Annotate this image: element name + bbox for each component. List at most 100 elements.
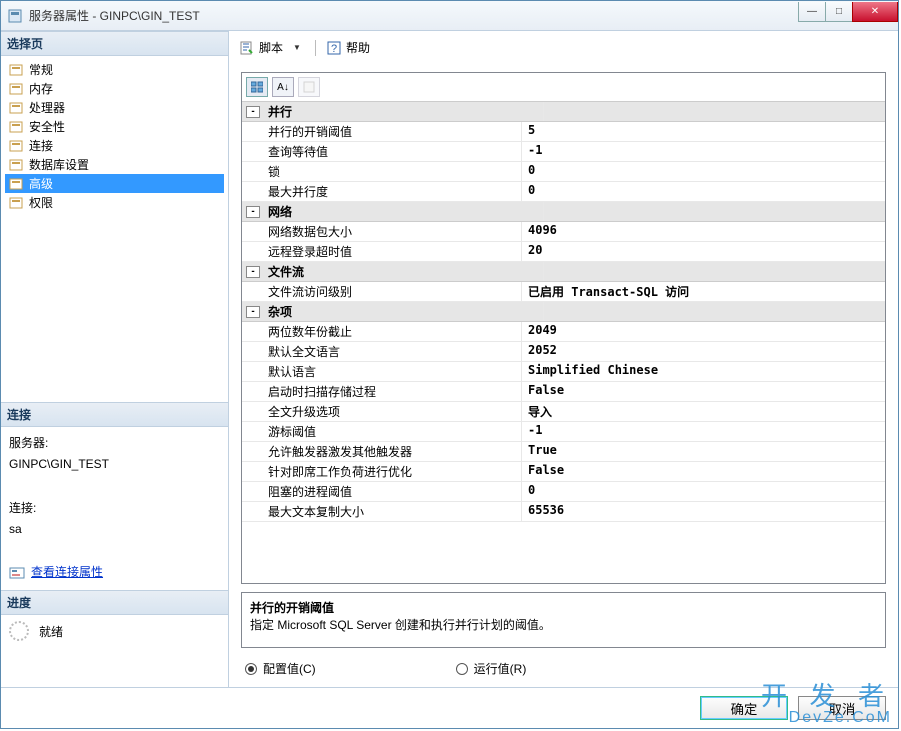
sidebar-item-1[interactable]: 内存 [5,79,224,98]
page-icon [9,158,25,172]
description-text: 指定 Microsoft SQL Server 创建和执行并行计划的阈值。 [250,616,877,633]
property-value[interactable]: False [522,462,885,481]
property-row[interactable]: 允许触发器激发其他触发器True [242,442,885,462]
property-row[interactable]: 默认全文语言2052 [242,342,885,362]
toolbar: 脚本 ▼ ? 帮助 [229,31,898,64]
property-value[interactable]: True [522,442,885,461]
progress-block: 就绪 [1,615,228,647]
sidebar-item-4[interactable]: 连接 [5,136,224,155]
description-box: 并行的开销阈值 指定 Microsoft SQL Server 创建和执行并行计… [241,592,886,648]
progress-header: 进度 [1,590,228,615]
property-row[interactable]: 最大并行度0 [242,182,885,202]
property-name: 锁 [242,162,522,181]
view-connection-properties-link[interactable]: 查看连接属性 [31,562,103,584]
property-value[interactable]: False [522,382,885,401]
page-icon [9,82,25,96]
property-row[interactable]: 两位数年份截止2049 [242,322,885,342]
property-row[interactable]: 游标阈值-1 [242,422,885,442]
sidebar-item-6[interactable]: 高级 [5,174,224,193]
property-name: 文件流访问级别 [242,282,522,301]
property-row[interactable]: 针对即席工作负荷进行优化False [242,462,885,482]
property-name: 网络数据包大小 [242,222,522,241]
collapse-toggle-icon[interactable]: - [246,206,260,218]
sidebar-item-2[interactable]: 处理器 [5,98,224,117]
property-value[interactable]: 5 [522,122,885,141]
category-name: 网络 [264,202,544,221]
close-button[interactable]: ✕ [852,2,898,22]
configured-value-radio[interactable]: 配置值(C) [245,660,316,677]
minimize-button[interactable]: — [798,2,826,22]
maximize-button[interactable]: □ [825,2,853,22]
sidebar-item-5[interactable]: 数据库设置 [5,155,224,174]
page-icon [9,63,25,77]
property-value[interactable]: Simplified Chinese [522,362,885,381]
progress-status: 就绪 [39,623,63,640]
progress-spinner-icon [9,621,29,641]
category-row[interactable]: -文件流 [242,262,885,282]
property-pages-button[interactable] [298,77,320,97]
property-row[interactable]: 最大文本复制大小65536 [242,502,885,522]
property-value[interactable]: 导入 [522,402,885,421]
property-name: 允许触发器激发其他触发器 [242,442,522,461]
ok-button[interactable]: 确定 [700,696,788,720]
property-name: 两位数年份截止 [242,322,522,341]
script-dropdown-icon[interactable]: ▼ [293,43,301,52]
property-row[interactable]: 全文升级选项导入 [242,402,885,422]
property-row[interactable]: 并行的开销阈值5 [242,122,885,142]
cancel-button[interactable]: 取消 [798,696,886,720]
property-row[interactable]: 锁0 [242,162,885,182]
property-value[interactable]: 0 [522,482,885,501]
property-value[interactable]: -1 [522,422,885,441]
property-name: 最大文本复制大小 [242,502,522,521]
server-value: GINPC\GIN_TEST [9,454,220,476]
page-icon [9,139,25,153]
property-row[interactable]: 阻塞的进程阈值0 [242,482,885,502]
property-list[interactable]: -并行并行的开销阈值5查询等待值-1锁0最大并行度0-网络网络数据包大小4096… [242,102,885,583]
property-value[interactable]: -1 [522,142,885,161]
main-panel: 脚本 ▼ ? 帮助 A↓ [229,31,898,687]
property-row[interactable]: 默认语言Simplified Chinese [242,362,885,382]
titlebar: 服务器属性 - GINPC\GIN_TEST — □ ✕ [1,1,898,31]
alphabetical-view-button[interactable]: A↓ [272,77,294,97]
property-grid: A↓ -并行并行的开销阈值5查询等待值-1锁0最大并行度0-网络网络数据包大小4… [241,72,886,584]
categorized-view-button[interactable] [246,77,268,97]
property-value[interactable]: 2049 [522,322,885,341]
connection-header: 连接 [1,402,228,427]
script-button[interactable]: 脚本 [239,39,283,56]
category-row[interactable]: -网络 [242,202,885,222]
description-title: 并行的开销阈值 [250,599,877,616]
property-row[interactable]: 文件流访问级别已启用 Transact-SQL 访问 [242,282,885,302]
category-row[interactable]: -并行 [242,102,885,122]
property-value[interactable]: 已启用 Transact-SQL 访问 [522,282,885,301]
property-value[interactable]: 4096 [522,222,885,241]
property-row[interactable]: 网络数据包大小4096 [242,222,885,242]
sidebar-item-3[interactable]: 安全性 [5,117,224,136]
property-name: 默认语言 [242,362,522,381]
category-name: 并行 [264,102,544,121]
dialog-footer: 确定 取消 开 发 者 DevZe.CoM [1,687,898,728]
property-row[interactable]: 查询等待值-1 [242,142,885,162]
sidebar-item-0[interactable]: 常规 [5,60,224,79]
page-icon [9,120,25,134]
property-value[interactable]: 2052 [522,342,885,361]
collapse-toggle-icon[interactable]: - [246,306,260,318]
property-name: 远程登录超时值 [242,242,522,261]
category-row[interactable]: -杂项 [242,302,885,322]
property-value[interactable]: 0 [522,182,885,201]
property-value[interactable]: 65536 [522,502,885,521]
svg-text:?: ? [331,43,337,55]
category-name: 文件流 [264,262,544,281]
property-name: 最大并行度 [242,182,522,201]
help-button[interactable]: ? 帮助 [326,39,370,56]
collapse-toggle-icon[interactable]: - [246,106,260,118]
property-value[interactable]: 0 [522,162,885,181]
collapse-toggle-icon[interactable]: - [246,266,260,278]
property-row[interactable]: 启动时扫描存储过程False [242,382,885,402]
script-icon [239,40,255,56]
script-label: 脚本 [259,39,283,56]
property-row[interactable]: 远程登录超时值20 [242,242,885,262]
running-value-radio[interactable]: 运行值(R) [456,660,527,677]
sidebar-item-7[interactable]: 权限 [5,193,224,212]
property-name: 全文升级选项 [242,402,522,421]
property-value[interactable]: 20 [522,242,885,261]
